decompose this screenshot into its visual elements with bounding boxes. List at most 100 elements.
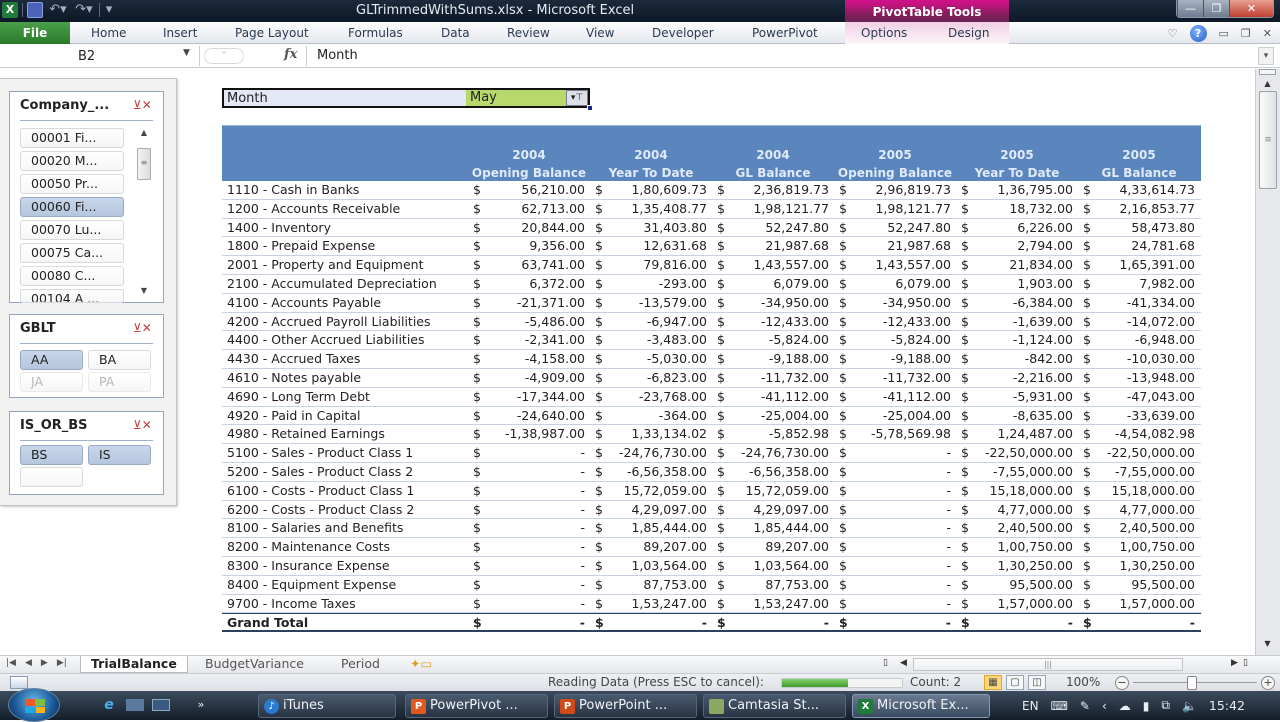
account-label[interactable]: 4610 - Notes payable <box>227 370 361 385</box>
undo-icon[interactable]: ↶▾ <box>47 2 69 18</box>
value-cell[interactable]: -34,950.00 <box>847 295 951 310</box>
value-cell[interactable]: - <box>847 464 951 479</box>
language-indicator[interactable]: EN <box>1022 699 1039 713</box>
value-cell[interactable]: -5,030.00 <box>603 351 707 366</box>
account-label[interactable]: 9700 - Income Taxes <box>227 596 356 611</box>
clear-filter-icon[interactable]: ⊻✕ <box>133 418 152 432</box>
vertical-scrollbar[interactable]: ▲ ≡ ▼ <box>1255 69 1280 655</box>
insert-sheet-icon[interactable]: ✦▭ <box>410 656 432 673</box>
value-cell[interactable]: - <box>481 520 585 535</box>
value-cell[interactable]: -24,76,730.00 <box>603 445 707 460</box>
value-cell[interactable]: -7,55,000.00 <box>1091 464 1195 479</box>
value-cell[interactable]: -10,030.00 <box>1091 351 1195 366</box>
value-cell[interactable]: -8,635.00 <box>969 408 1073 423</box>
filter-dropdown-icon[interactable]: ▾⊤ <box>566 90 588 106</box>
account-label[interactable]: 4690 - Long Term Debt <box>227 389 370 404</box>
value-cell[interactable]: -9,188.00 <box>725 351 829 366</box>
account-label[interactable]: 4920 - Paid in Capital <box>227 408 360 423</box>
value-cell[interactable]: -5,852.98 <box>725 426 829 441</box>
column-header[interactable]: 2005 GL Balance <box>1078 126 1200 182</box>
value-cell[interactable]: -14,072.00 <box>1091 314 1195 329</box>
account-label[interactable]: 5100 - Sales - Product Class 1 <box>227 445 413 460</box>
account-label[interactable]: Grand Total <box>227 615 308 630</box>
expand-formula-bar-button[interactable]: ▾ <box>1258 47 1274 65</box>
column-header[interactable]: 2004 Opening Balance <box>468 126 590 182</box>
value-cell[interactable]: 24,781.68 <box>1091 238 1195 253</box>
value-cell[interactable]: 2,794.00 <box>969 238 1073 253</box>
value-cell[interactable]: 1,24,487.00 <box>969 426 1073 441</box>
value-cell[interactable]: 52,247.80 <box>725 220 829 235</box>
account-label[interactable]: 8400 - Equipment Expense <box>227 577 396 592</box>
value-cell[interactable]: -6,384.00 <box>969 295 1073 310</box>
value-cell[interactable]: 2,40,500.00 <box>1091 520 1195 535</box>
value-cell[interactable]: 1,43,557.00 <box>725 257 829 272</box>
value-cell[interactable]: -12,433.00 <box>847 314 951 329</box>
value-cell[interactable]: 95,500.00 <box>1091 577 1195 592</box>
account-label[interactable]: 8200 - Maintenance Costs <box>227 539 390 554</box>
slicer-item-blank[interactable] <box>20 467 83 487</box>
value-cell[interactable]: 4,33,614.73 <box>1091 182 1195 197</box>
taskbar-item-powerpoint[interactable]: P PowerPoint ... <box>554 694 697 718</box>
value-cell[interactable]: 15,18,000.00 <box>1091 483 1196 498</box>
value-cell[interactable]: 1,00,750.00 <box>1091 539 1195 554</box>
value-cell[interactable]: 4,77,000.00 <box>969 502 1073 517</box>
value-cell[interactable]: 1,98,121.77 <box>725 201 829 216</box>
slicer-item[interactable]: 00020 M... <box>20 151 124 171</box>
clear-filter-icon[interactable]: ⊻✕ <box>133 98 152 112</box>
value-cell[interactable]: -25,004.00 <box>847 408 951 423</box>
value-cell[interactable]: -293.00 <box>603 276 707 291</box>
value-cell[interactable]: - <box>847 520 951 535</box>
scroll-up-icon[interactable]: ▲ <box>137 128 151 142</box>
scroll-thumb[interactable]: ||| <box>913 658 1183 671</box>
sheet-tab-period[interactable]: Period <box>341 656 380 673</box>
value-cell[interactable]: 18,732.00 <box>969 201 1073 216</box>
value-cell[interactable]: -47,043.00 <box>1091 389 1195 404</box>
selection-fill-handle[interactable] <box>587 105 593 111</box>
workbook-close-icon[interactable]: ✕ <box>1263 27 1272 40</box>
value-cell[interactable]: 4,77,000.00 <box>1091 502 1195 517</box>
pen-icon[interactable]: ✎ <box>1080 699 1090 713</box>
value-cell[interactable]: 1,903.00 <box>969 276 1073 291</box>
page-layout-view-icon[interactable]: ▢ <box>1006 675 1024 690</box>
scroll-down-icon[interactable]: ▼ <box>137 286 151 300</box>
scroll-up-icon[interactable]: ▲ <box>1259 79 1276 91</box>
value-cell[interactable]: 6,226.00 <box>969 220 1073 235</box>
normal-view-icon[interactable]: ▦ <box>984 675 1002 690</box>
split-handle[interactable]: ▯ <box>1243 658 1248 668</box>
slicer-item-selected[interactable]: AA <box>20 350 83 370</box>
column-header[interactable]: 2004 GL Balance <box>712 126 834 182</box>
value-cell[interactable]: - <box>481 596 585 611</box>
value-cell[interactable]: - <box>847 483 951 498</box>
value-cell[interactable]: 6,372.00 <box>481 276 585 291</box>
value-cell[interactable]: 87,753.00 <box>603 577 707 592</box>
account-label[interactable]: 1800 - Prepaid Expense <box>227 238 375 253</box>
tab-page-layout[interactable]: Page Layout <box>235 22 309 44</box>
account-label[interactable]: 1400 - Inventory <box>227 220 331 235</box>
value-cell[interactable]: 21,834.00 <box>969 257 1073 272</box>
account-label[interactable]: 2100 - Accumulated Depreciation <box>227 276 437 291</box>
next-sheet-icon[interactable]: ▶ <box>41 658 48 668</box>
value-cell[interactable]: 1,65,391.00 <box>1091 257 1195 272</box>
value-cell[interactable]: - <box>603 615 707 630</box>
scroll-thumb[interactable]: ≡ <box>137 148 151 180</box>
value-cell[interactable]: 12,631.68 <box>603 238 707 253</box>
value-cell[interactable]: 6,079.00 <box>847 276 951 291</box>
value-cell[interactable]: -11,732.00 <box>725 370 829 385</box>
value-cell[interactable]: -41,112.00 <box>847 389 951 404</box>
value-cell[interactable]: 4,29,097.00 <box>725 502 829 517</box>
column-header[interactable]: 2005 Year To Date <box>956 126 1078 182</box>
value-cell[interactable]: -24,76,730.00 <box>725 445 829 460</box>
show-desktop-icon[interactable] <box>126 699 144 711</box>
value-cell[interactable]: 1,53,247.00 <box>725 596 829 611</box>
value-cell[interactable]: -1,38,987.00 <box>481 426 585 441</box>
account-label[interactable]: 1200 - Accounts Receivable <box>227 201 400 216</box>
value-cell[interactable]: 2,96,819.73 <box>847 182 951 197</box>
chevron-down-icon[interactable]: ▼ <box>183 48 190 58</box>
last-sheet-icon[interactable]: ▶| <box>57 658 67 668</box>
value-cell[interactable]: - <box>481 464 585 479</box>
value-cell[interactable]: - <box>1091 615 1195 630</box>
workbook-restore-icon[interactable]: ❐ <box>1241 27 1251 40</box>
value-cell[interactable]: 2,36,819.73 <box>725 182 829 197</box>
value-cell[interactable]: - <box>847 558 951 573</box>
value-cell[interactable]: 1,36,795.00 <box>969 182 1073 197</box>
